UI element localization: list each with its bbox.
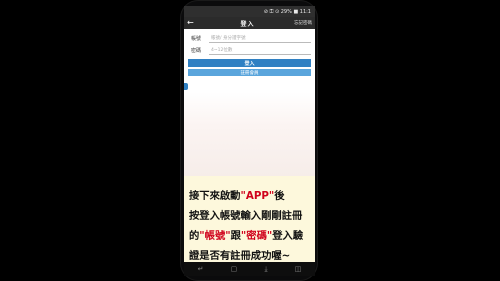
nav-home-icon[interactable]: ▢ [231,265,238,273]
account-label: 帳號 [191,35,202,42]
side-handle[interactable] [184,83,188,90]
caption-line-2: 按登入帳號輸入剛剛註冊 [189,210,303,222]
blank-content-area [184,92,315,176]
password-highlight: "密碼" [240,230,273,242]
login-button[interactable]: 登入 [188,59,311,67]
nav-back-icon[interactable]: ↵ [198,265,204,273]
caption-line-1: 接下來啟動"APP"後 [189,190,285,202]
tutorial-caption: 接下來啟動"APP"後 按登入帳號輸入剛剛註冊 的"帳號"跟"密碼"登入驗 證是… [184,176,315,262]
login-form: 帳號 帳號/ 身分證字號 密碼 4~12位數 登入 註冊會員 [184,29,315,76]
password-row: 密碼 4~12位數 [188,44,311,56]
nav-recent-icon[interactable]: ◫ [295,265,302,273]
system-nav-bar: ↵ ▢ ⤓ ◫ [184,262,315,276]
status-bar: ⊘ ⚿ ⊙ 29% ■ 11:1 [184,6,315,17]
caption-line-3: 的"帳號"跟"密碼"登入驗 [189,230,304,242]
page-title: 登入 [240,20,255,28]
phone-screen: ⊘ ⚿ ⊙ 29% ■ 11:1 ← 登入 忘記密碼 帳號 帳號/ 身分證字號 … [184,6,315,276]
status-icons: ⊘ ⚿ ⊙ 29% ■ 11:1 [263,8,311,15]
account-row: 帳號 帳號/ 身分證字號 [188,32,311,44]
back-arrow-icon[interactable]: ← [187,19,201,27]
account-highlight: "帳號" [199,230,231,242]
app-bar: ← 登入 忘記密碼 [184,17,315,29]
nav-download-icon[interactable]: ⤓ [264,265,267,274]
password-input[interactable]: 4~12位數 [209,46,311,55]
register-button[interactable]: 註冊會員 [188,69,311,76]
app-highlight: "APP" [240,190,275,202]
password-label: 密碼 [191,47,202,54]
account-input[interactable]: 帳號/ 身分證字號 [209,34,311,43]
forgot-password-link[interactable]: 忘記密碼 [294,20,312,26]
